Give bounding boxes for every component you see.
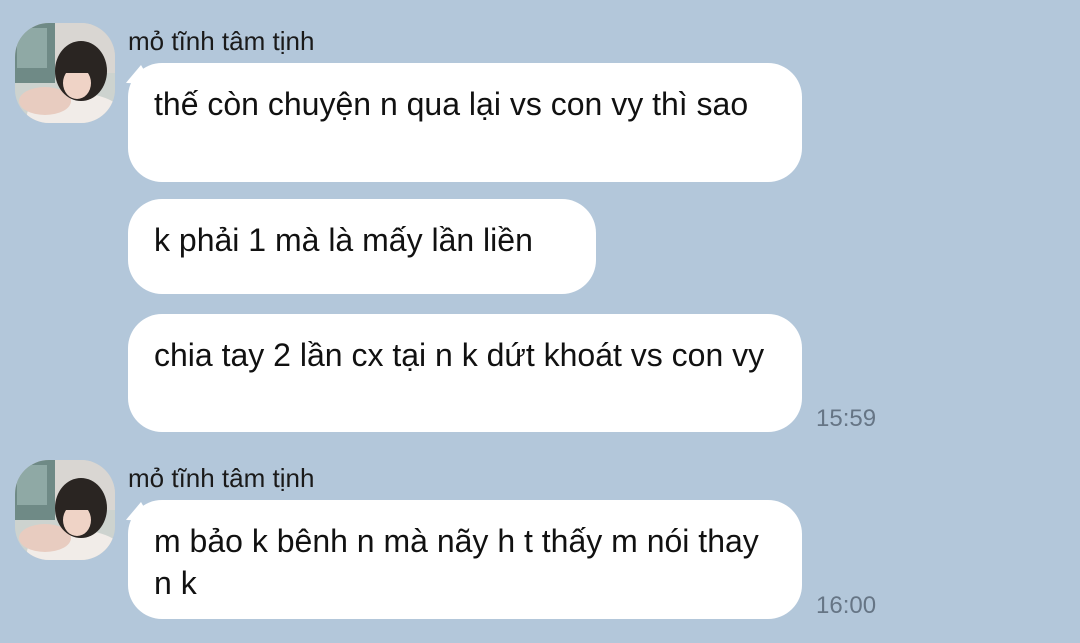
message-bubble[interactable]: k phải 1 mà là mấy lần liền — [128, 199, 596, 294]
user-photo-avatar-icon — [15, 460, 115, 560]
sender-avatar[interactable] — [15, 23, 115, 123]
message-bubble[interactable]: chia tay 2 lần cx tại n k dứt khoát vs c… — [128, 314, 802, 432]
message-bubble[interactable]: thế còn chuyện n qua lại vs con vy thì s… — [128, 63, 802, 182]
sender-avatar[interactable] — [15, 460, 115, 560]
user-photo-avatar-icon — [15, 23, 115, 123]
sender-name: mỏ tĩnh tâm tịnh — [128, 463, 315, 493]
chat-message-list[interactable]: mỏ tĩnh tâm tịnh thế còn chuyện n qua lạ… — [0, 0, 1080, 643]
message-timestamp: 16:00 — [816, 592, 877, 619]
sender-name: mỏ tĩnh tâm tịnh — [128, 26, 315, 56]
message-timestamp: 15:59 — [816, 405, 877, 432]
message-bubble[interactable]: m bảo k bênh n mà nãy h t thấy m nói tha… — [128, 500, 802, 619]
